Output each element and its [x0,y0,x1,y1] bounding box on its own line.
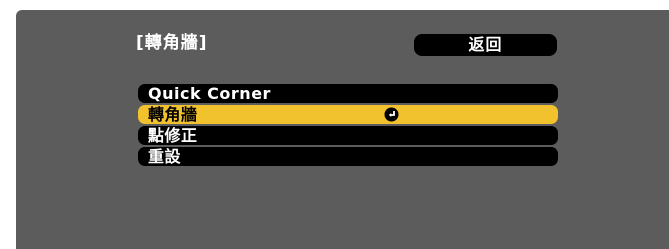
back-button[interactable]: 返回 [414,34,557,56]
menu-title: [轉角牆] [136,33,208,53]
menu-list: Quick Corner 轉角牆 點修正 重設 [138,84,558,168]
menu-item-label: 轉角牆 [148,105,198,124]
menu-item-label: 點修正 [148,126,198,145]
menu-item-quick-corner[interactable]: Quick Corner [138,84,558,103]
projector-menu-screen: [轉角牆] 返回 Quick Corner 轉角牆 點修正 重設 [16,10,669,249]
menu-item-label: Quick Corner [148,84,271,103]
menu-item-reset[interactable]: 重設 [138,147,558,166]
menu-item-label: 重設 [148,147,182,166]
enter-icon [384,107,399,122]
menu-item-point-correction[interactable]: 點修正 [138,126,558,145]
menu-item-corner-wall[interactable]: 轉角牆 [138,105,558,124]
